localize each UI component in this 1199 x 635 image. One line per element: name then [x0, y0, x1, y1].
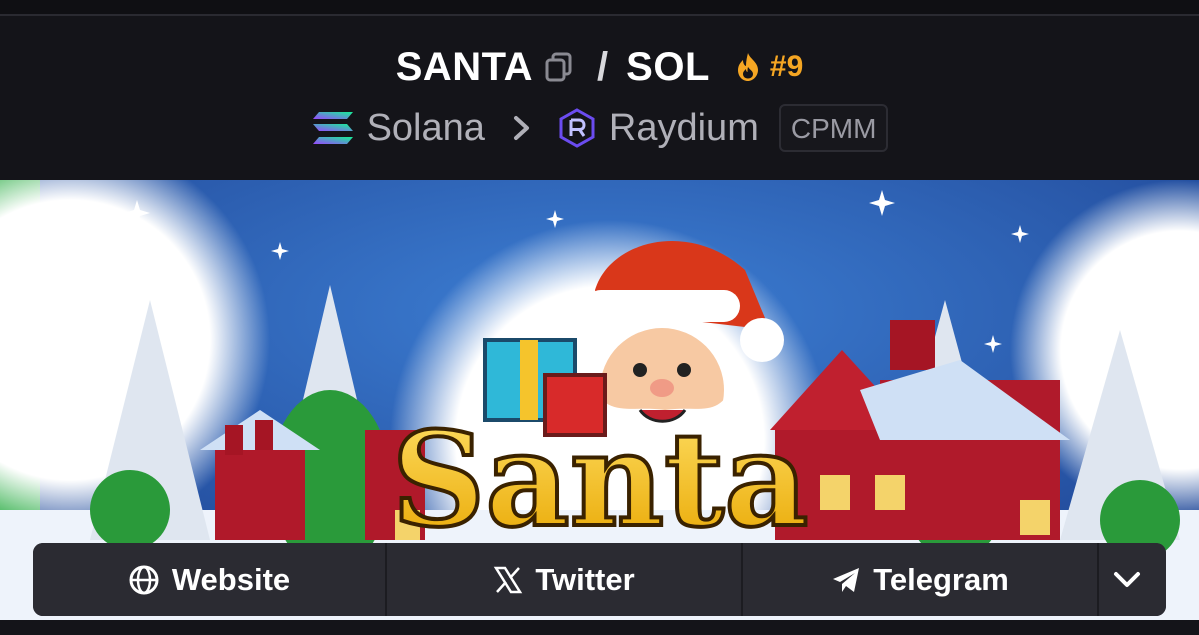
- social-links-bar: Website Twitter Telegram: [33, 543, 1166, 616]
- telegram-icon: [833, 567, 860, 592]
- raydium-icon: [559, 108, 595, 148]
- website-label: Website: [171, 561, 291, 597]
- trending-rank[interactable]: #9: [770, 50, 803, 84]
- top-strip: [0, 0, 1199, 16]
- pair-header: SANTA / SOL #9 Solana Raydium CPMM: [0, 18, 1199, 180]
- pair-separator: /: [597, 44, 609, 89]
- token-pair-page: SANTA / SOL #9 Solana Raydium CPMM Santa…: [0, 0, 1199, 635]
- x-icon: [494, 566, 523, 593]
- santa-logo: Santa: [390, 401, 811, 558]
- telegram-label: Telegram: [873, 561, 1009, 597]
- twitter-label: Twitter: [535, 561, 635, 597]
- dex-name[interactable]: Raydium: [609, 107, 759, 150]
- more-links-button[interactable]: [1099, 543, 1166, 616]
- globe-icon: [129, 565, 159, 594]
- pair-breadcrumb: Solana Raydium CPMM: [0, 104, 1199, 152]
- copy-icon[interactable]: [543, 51, 575, 83]
- chevron-down-icon: [1113, 571, 1140, 587]
- pair-title: SANTA / SOL #9: [0, 44, 1199, 90]
- quote-symbol: SOL: [626, 44, 710, 89]
- base-symbol: SANTA: [395, 44, 534, 89]
- pool-type-badge: CPMM: [778, 104, 889, 152]
- chevron-right-icon: [513, 116, 529, 140]
- telegram-button[interactable]: Telegram: [743, 543, 1099, 616]
- flame-icon: [737, 53, 758, 81]
- website-button[interactable]: Website: [33, 543, 387, 616]
- twitter-button[interactable]: Twitter: [387, 543, 743, 616]
- solana-icon: [312, 112, 353, 144]
- chain-name[interactable]: Solana: [367, 107, 485, 150]
- santa-logo-text: Santa: [392, 403, 809, 556]
